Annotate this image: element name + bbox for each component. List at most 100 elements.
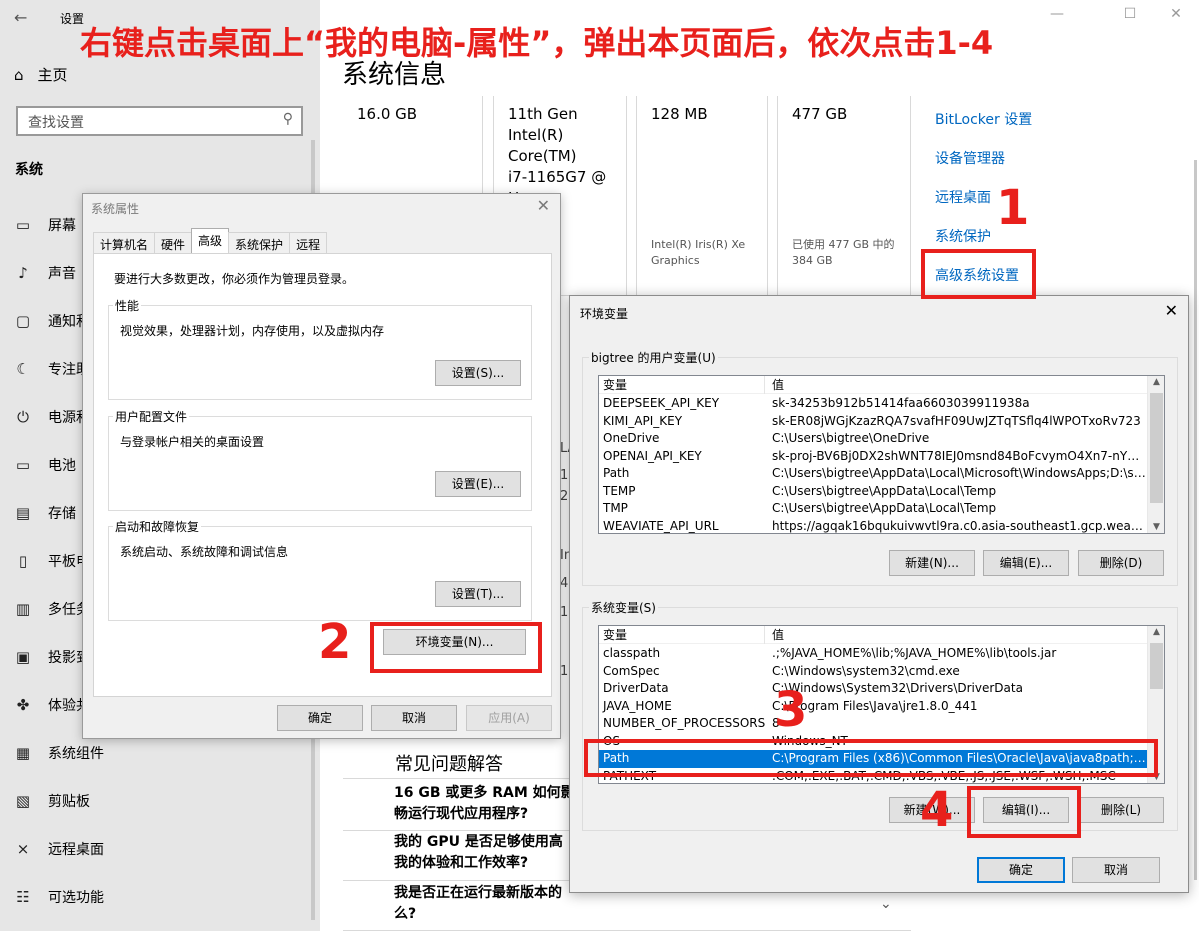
table-row[interactable]: TEMP C:\Users\bigtree\AppData\Local\Temp bbox=[599, 483, 1148, 501]
close-icon[interactable]: ✕ bbox=[1165, 301, 1178, 320]
faq-question-1-line-1: 16 GB 或更多 RAM 如何影 bbox=[394, 785, 575, 801]
table-row[interactable]: DEEPSEEK_API_KEY sk-34253b912b51414faa660… bbox=[599, 395, 1148, 413]
link-system-protection[interactable]: 系统保护 bbox=[935, 226, 991, 246]
table-row[interactable]: NUMBER_OF_PROCESSORS 8 bbox=[599, 715, 1148, 733]
ok-button[interactable]: 确定 bbox=[977, 857, 1065, 883]
table-row[interactable]: OPENAI_API_KEY sk-proj-BV6Bj0DX2shWNT78IE… bbox=[599, 448, 1148, 466]
variable-value: sk-ER08jWGjKzazRQA7svafHF09UwJZTqTSflq4l… bbox=[772, 413, 1141, 428]
table-row[interactable]: WEAVIATE_API_URL https://agqak16bqukuivwv… bbox=[599, 518, 1148, 534]
close-window-button[interactable]: ✕ bbox=[1153, 6, 1199, 22]
apply-button[interactable]: 应用(A) bbox=[466, 705, 552, 731]
sidebar-item-label: 远程桌面 bbox=[48, 842, 104, 858]
sidebar-item-label: 电池 bbox=[48, 458, 76, 474]
sidebar-item[interactable]: ▭ 屏幕 bbox=[14, 215, 76, 235]
gpu-name: Intel(R) Iris(R) Xe Graphics bbox=[651, 238, 746, 267]
scroll-thumb[interactable] bbox=[1150, 393, 1163, 503]
ok-button[interactable]: 确定 bbox=[277, 705, 363, 731]
column-header-value[interactable]: 值 bbox=[772, 376, 784, 394]
system-delete-button[interactable]: 删除(L) bbox=[1078, 797, 1164, 823]
column-header-variable[interactable]: 变量 bbox=[603, 376, 627, 394]
annotation-box-3 bbox=[584, 739, 1158, 777]
startup-recovery-settings-button[interactable]: 设置(T)... bbox=[435, 581, 521, 607]
annotation-box-1 bbox=[921, 249, 1036, 299]
variable-value: C:\Windows\system32\cmd.exe bbox=[772, 663, 960, 678]
table-row[interactable]: ComSpec C:\Windows\system32\cmd.exe bbox=[599, 663, 1148, 681]
group-description: 与登录帐户相关的桌面设置 bbox=[120, 435, 265, 449]
scroll-down-icon[interactable]: ▼ bbox=[1148, 522, 1164, 532]
user-edit-button[interactable]: 编辑(E)... bbox=[983, 550, 1069, 576]
admin-note: 要进行大多数更改，你必须作为管理员登录。 bbox=[114, 272, 355, 286]
group-label: 启动和故障恢复 bbox=[113, 518, 202, 535]
scroll-thumb[interactable] bbox=[1150, 643, 1163, 689]
scroll-up-icon[interactable]: ▲ bbox=[1148, 377, 1164, 387]
user-profiles-settings-button[interactable]: 设置(E)... bbox=[435, 471, 521, 497]
column-header-value[interactable]: 值 bbox=[772, 626, 784, 644]
sidebar-item[interactable]: ☾ 专注助 bbox=[14, 359, 90, 379]
sidebar-item[interactable]: ▭ 电池 bbox=[14, 455, 76, 475]
table-row[interactable]: OneDrive C:\Users\bigtree\OneDrive bbox=[599, 430, 1148, 448]
sidebar-item[interactable]: ▧ 剪贴板 bbox=[14, 791, 90, 811]
search-input[interactable]: 查找设置 ⚲ bbox=[16, 106, 303, 136]
sidebar-item-label: 屏幕 bbox=[48, 218, 76, 234]
tab-remote[interactable]: 远程 bbox=[289, 232, 328, 254]
link-device-manager[interactable]: 设备管理器 bbox=[935, 148, 1005, 168]
cancel-button[interactable]: 取消 bbox=[371, 705, 457, 731]
user-new-button[interactable]: 新建(N)... bbox=[889, 550, 975, 576]
sidebar-item[interactable]: ▣ 投影到 bbox=[14, 647, 90, 667]
variable-name: OneDrive bbox=[603, 431, 660, 445]
table-row[interactable]: classpath .;%JAVA_HOME%\lib;%JAVA_HOME%\l… bbox=[599, 645, 1148, 663]
scroll-up-icon[interactable]: ▲ bbox=[1148, 627, 1164, 637]
user-delete-button[interactable]: 删除(D) bbox=[1078, 550, 1164, 576]
monitor-icon: ▭ bbox=[15, 216, 31, 234]
minimize-button[interactable]: — bbox=[1034, 6, 1080, 22]
sidebar-item[interactable]: ▯ 平板电 bbox=[14, 551, 90, 571]
sidebar-item[interactable]: ▥ 多任务 bbox=[14, 599, 90, 619]
home-label: 主页 bbox=[37, 66, 68, 84]
tab-system-protection[interactable]: 系统保护 bbox=[228, 232, 291, 254]
search-placeholder: 查找设置 bbox=[28, 115, 84, 131]
sidebar-item[interactable]: ⨯ 远程桌面 bbox=[14, 839, 104, 859]
components-icon: ▦ bbox=[15, 744, 31, 762]
table-row[interactable]: TMP C:\Users\bigtree\AppData\Local\Temp bbox=[599, 500, 1148, 518]
link-remote-desktop[interactable]: 远程桌面 bbox=[935, 187, 991, 207]
share-icon: ✤ bbox=[16, 696, 30, 714]
performance-settings-button[interactable]: 设置(S)... bbox=[435, 360, 521, 386]
cancel-button[interactable]: 取消 bbox=[1072, 857, 1160, 883]
user-variables-list[interactable]: 变量 值 DEEPSEEK_API_KEY sk-34253b912b51414f… bbox=[598, 375, 1165, 534]
link-bitlocker[interactable]: BitLocker 设置 bbox=[935, 109, 1032, 129]
sidebar-home[interactable]: ⌂ 主页 bbox=[14, 64, 68, 85]
tab-hardware[interactable]: 硬件 bbox=[154, 232, 193, 254]
sidebar-item[interactable]: ♪ 声音 bbox=[14, 263, 76, 283]
home-icon: ⌂ bbox=[14, 65, 24, 84]
maximize-button[interactable]: ☐ bbox=[1107, 6, 1153, 22]
battery-icon: ▭ bbox=[15, 456, 31, 474]
sidebar-item[interactable]: ▢ 通知和 bbox=[14, 311, 90, 331]
table-row[interactable]: JAVA_HOME C:\Program Files\Java\jre1.8.0_… bbox=[599, 698, 1148, 716]
sidebar-item[interactable]: ▦ 系统组件 bbox=[14, 743, 104, 763]
column-header-variable[interactable]: 变量 bbox=[603, 626, 627, 644]
group-label: bigtree 的用户变量(U) bbox=[589, 349, 718, 366]
variable-value: C:\Users\bigtree\AppData\Local\Microsoft… bbox=[772, 466, 1146, 480]
main-scrollbar[interactable] bbox=[1194, 160, 1197, 880]
table-row[interactable]: KIMI_API_KEY sk-ER08jWGjKzazRQA7svafHF09U… bbox=[599, 413, 1148, 431]
table-row[interactable]: DriverData C:\Windows\System32\Drivers\Dr… bbox=[599, 680, 1148, 698]
annotation-number-1: 1 bbox=[996, 180, 1030, 236]
sidebar-item[interactable]: ☷ 可选功能 bbox=[14, 887, 104, 907]
list-scrollbar[interactable]: ▲ ▼ bbox=[1147, 376, 1164, 533]
cpu-line-1: 11th Gen bbox=[508, 105, 578, 123]
faq-question-2-line-1: 我的 GPU 是否足够使用高 bbox=[394, 834, 563, 850]
sidebar-item[interactable]: ✤ 体验共 bbox=[14, 695, 90, 715]
tab-advanced[interactable]: 高级 bbox=[191, 228, 230, 254]
chevron-down-icon[interactable]: ⌄ bbox=[880, 896, 892, 912]
back-arrow-icon[interactable]: ← bbox=[14, 8, 27, 27]
close-icon[interactable]: ✕ bbox=[537, 196, 550, 215]
sidebar-item[interactable]: ⏻ 电源和 bbox=[14, 407, 90, 427]
startup-recovery-group: 启动和故障恢复 系统启动、系统故障和调试信息 设置(T)... bbox=[108, 518, 532, 621]
performance-group: 性能 视觉效果，处理器计划，内存使用，以及虚拟内存 设置(S)... bbox=[108, 297, 532, 400]
tab-computer-name[interactable]: 计算机名 bbox=[93, 232, 156, 254]
sidebar-item[interactable]: ▤ 存储 bbox=[14, 503, 76, 523]
cpu-line-3: Core(TM) bbox=[508, 147, 577, 165]
cpu-line-4: i7-1165G7 @ bbox=[508, 168, 607, 186]
table-row[interactable]: Path C:\Users\bigtree\AppData\Local\Micro… bbox=[599, 465, 1148, 483]
group-label: 用户配置文件 bbox=[113, 408, 190, 425]
